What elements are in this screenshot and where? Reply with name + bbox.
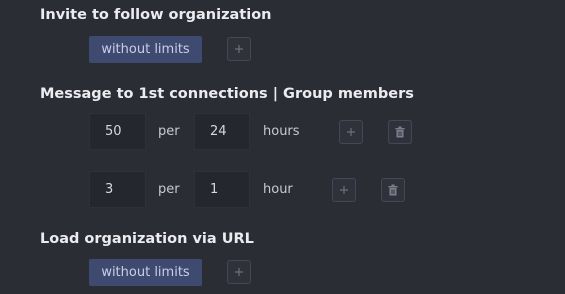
rule-2-per-label: per [158, 182, 180, 197]
rule-1-add-button[interactable] [339, 120, 363, 144]
load-organization-limit-pill[interactable]: without limits [89, 259, 202, 286]
plus-icon [347, 128, 355, 136]
load-organization-add-button[interactable] [227, 260, 251, 284]
rule-2-unit-label[interactable]: hour [263, 182, 293, 197]
message-connections-title: Message to 1st connections | Group membe… [40, 86, 414, 102]
invite-follow-add-button[interactable] [227, 37, 251, 61]
rule-2-add-button[interactable] [332, 178, 356, 202]
rule-2-period-input[interactable]: 1 [194, 171, 250, 208]
rule-1-per-label: per [158, 124, 180, 139]
rule-1-period-input[interactable]: 24 [194, 113, 250, 150]
load-organization-title: Load organization via URL [40, 231, 254, 247]
trash-icon [388, 184, 398, 196]
plus-icon [340, 186, 348, 194]
rule-2-delete-button[interactable] [381, 178, 405, 202]
plus-icon [235, 45, 243, 53]
trash-icon [395, 126, 405, 138]
rule-1-count-input[interactable]: 50 [89, 113, 146, 150]
plus-icon [235, 268, 243, 276]
invite-follow-limit-pill[interactable]: without limits [89, 36, 202, 63]
invite-follow-title: Invite to follow organization [40, 7, 272, 23]
rule-1-unit-label[interactable]: hours [263, 124, 300, 139]
rule-1-delete-button[interactable] [388, 120, 412, 144]
rule-2-count-input[interactable]: 3 [89, 171, 146, 208]
limits-settings-panel: Invite to follow organization without li… [0, 0, 565, 294]
